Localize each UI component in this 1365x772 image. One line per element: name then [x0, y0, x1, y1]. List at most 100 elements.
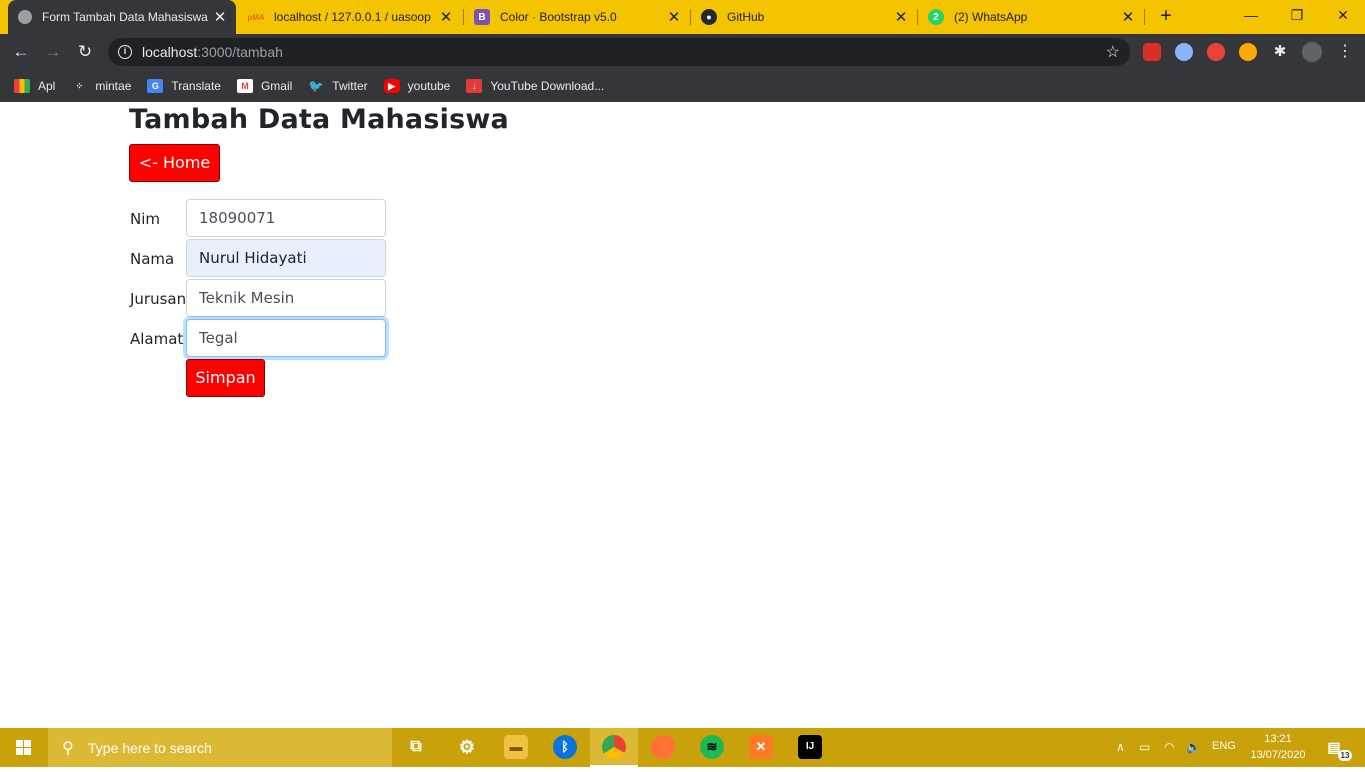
bookmark-youtube-download[interactable]: ↓ YouTube Download...	[466, 79, 604, 93]
start-button[interactable]	[0, 728, 48, 767]
alamat-label: Alamat	[130, 330, 184, 348]
tab-title: (2) WhatsApp	[954, 10, 1028, 24]
search-placeholder: Type here to search	[88, 740, 212, 756]
extension-icon[interactable]	[1207, 43, 1225, 61]
address-bar[interactable]: i localhost:3000/tambah ☆	[108, 38, 1130, 66]
url-text[interactable]: localhost:3000/tambah	[142, 44, 283, 60]
jurusan-input[interactable]	[186, 279, 386, 317]
page-content: Tambah Data Mahasiswa <- Home Nim Nama J…	[0, 102, 1365, 728]
windows-logo-icon	[16, 740, 31, 755]
battery-icon[interactable]: ▭	[1139, 740, 1150, 754]
tab-title: Color · Bootstrap v5.0	[500, 10, 617, 24]
settings-gear-icon[interactable]: ⚙	[455, 735, 479, 759]
bookmark-twitter[interactable]: 🐦 Twitter	[308, 79, 368, 93]
chevron-up-icon[interactable]: ∧	[1116, 740, 1125, 754]
bookmark-label: Apl	[38, 79, 56, 93]
extension-icon[interactable]	[1239, 43, 1257, 61]
bookmark-mintae[interactable]: ⁘ mintae	[71, 79, 132, 93]
gmail-icon: M	[236, 79, 253, 93]
mintae-icon: ⁘	[75, 81, 84, 91]
minimize-button[interactable]: —	[1228, 0, 1274, 30]
reload-button[interactable]: ↻	[73, 40, 97, 64]
menu-icon[interactable]: ⋮	[1336, 43, 1354, 61]
tab-title: localhost / 127.0.0.1 / uasoop	[274, 10, 431, 24]
bluetooth-icon[interactable]: ᛒ	[553, 735, 577, 759]
language-indicator[interactable]: ENG	[1212, 740, 1236, 752]
bookmark-apps[interactable]: Apl	[14, 79, 55, 93]
info-icon[interactable]: i	[118, 45, 132, 59]
alamat-input[interactable]	[186, 319, 386, 357]
avatar[interactable]	[1302, 42, 1322, 62]
bookmark-translate[interactable]: G Translate	[147, 79, 221, 93]
twitter-icon: 🐦	[308, 79, 324, 93]
intellij-icon[interactable]: IJ	[798, 735, 822, 759]
bookmark-label: Translate	[171, 79, 221, 93]
close-icon[interactable]: ✕	[436, 8, 456, 26]
notification-icon[interactable]: ▤ 13	[1322, 735, 1352, 761]
clock-date: 13/07/2020	[1250, 749, 1306, 761]
system-clock[interactable]: 13:21 13/07/2020	[1250, 731, 1306, 763]
clock-time: 13:21	[1264, 733, 1292, 745]
bookmark-label: YouTube Download...	[490, 79, 605, 93]
chrome-icon	[602, 735, 626, 759]
apps-grid-icon	[14, 79, 30, 93]
whatsapp-icon: 2	[928, 9, 944, 25]
tab-whatsapp[interactable]: 2 (2) WhatsApp ✕	[918, 0, 1144, 34]
youtube-icon: ▶	[383, 79, 400, 93]
tab-title: GitHub	[727, 10, 765, 24]
tab-strip: Form Tambah Data Mahasiswa ✕ pMA localho…	[0, 0, 1365, 34]
spotify-icon[interactable]: ≋	[700, 735, 724, 759]
phpmyadmin-icon: pMA	[247, 12, 265, 22]
volume-icon[interactable]: 🔈	[1186, 740, 1201, 754]
google-translate-icon: G	[147, 79, 164, 93]
close-icon[interactable]: ✕	[210, 8, 230, 26]
url-path: :3000/tambah	[197, 44, 283, 60]
file-explorer-icon[interactable]: ▬	[504, 735, 528, 759]
jurusan-label: Jurusan	[130, 290, 187, 308]
new-tab-button[interactable]: +	[1154, 4, 1178, 28]
bootstrap-icon: B	[474, 9, 490, 25]
close-icon[interactable]: ✕	[664, 8, 684, 26]
close-icon[interactable]: ✕	[1118, 8, 1138, 26]
bookmark-youtube[interactable]: ▶ youtube	[383, 79, 451, 93]
chrome-taskbar-button[interactable]	[590, 728, 638, 767]
bookmark-gmail[interactable]: M Gmail	[236, 79, 293, 93]
back-button[interactable]: ←	[9, 40, 33, 64]
nim-input[interactable]	[186, 199, 386, 237]
wifi-icon[interactable]: ◠	[1164, 740, 1174, 754]
home-button[interactable]: <- Home	[129, 144, 220, 182]
bookmark-label: Gmail	[260, 79, 293, 93]
browser-toolbar: ← → ↻ i localhost:3000/tambah ☆ ✱ ⋮	[0, 34, 1365, 70]
close-icon[interactable]: ✕	[891, 8, 911, 26]
windows-taskbar: ⚲ Type here to search ⧉ ⚙ ▬ ᛒ ≋ ✕ IJ ∧ ▭…	[0, 728, 1365, 767]
bookmark-label: mintae	[95, 79, 132, 93]
xampp-icon[interactable]: ✕	[749, 735, 773, 759]
puzzle-icon[interactable]: ✱	[1271, 43, 1289, 61]
tab-title: Form Tambah Data Mahasiswa	[42, 10, 208, 24]
extension-icon[interactable]	[1143, 43, 1161, 61]
task-view-icon[interactable]: ⧉	[404, 735, 428, 759]
bookmark-label: youtube	[407, 79, 451, 93]
extension-icon[interactable]	[1175, 43, 1193, 61]
nim-label: Nim	[130, 210, 160, 228]
firefox-icon[interactable]	[651, 735, 675, 759]
globe-icon	[18, 10, 32, 24]
tab-form-tambah[interactable]: Form Tambah Data Mahasiswa ✕	[8, 0, 236, 34]
window-close-button[interactable]: ✕	[1320, 0, 1365, 30]
nama-label: Nama	[130, 250, 175, 268]
bookmarks-bar: Apl ⁘ mintae G Translate M Gmail 🐦 Twitt…	[0, 70, 1365, 102]
restore-button[interactable]: ❐	[1274, 0, 1320, 30]
taskbar-search[interactable]: ⚲ Type here to search	[48, 728, 392, 767]
simpan-button[interactable]: Simpan	[186, 359, 265, 397]
tab-separator	[1144, 9, 1145, 25]
tab-github[interactable]: ● GitHub ✕	[691, 0, 917, 34]
search-icon: ⚲	[62, 740, 74, 757]
bookmark-star-icon[interactable]: ☆	[1106, 42, 1120, 62]
download-icon: ↓	[466, 79, 483, 93]
url-host: localhost	[142, 44, 198, 60]
nama-input[interactable]	[186, 239, 386, 277]
tab-bootstrap[interactable]: B Color · Bootstrap v5.0 ✕	[464, 0, 690, 34]
forward-button[interactable]: →	[41, 40, 65, 64]
tab-phpmyadmin[interactable]: pMA localhost / 127.0.0.1 / uasoop ✕	[238, 0, 462, 34]
notification-badge: 13	[1338, 750, 1352, 761]
